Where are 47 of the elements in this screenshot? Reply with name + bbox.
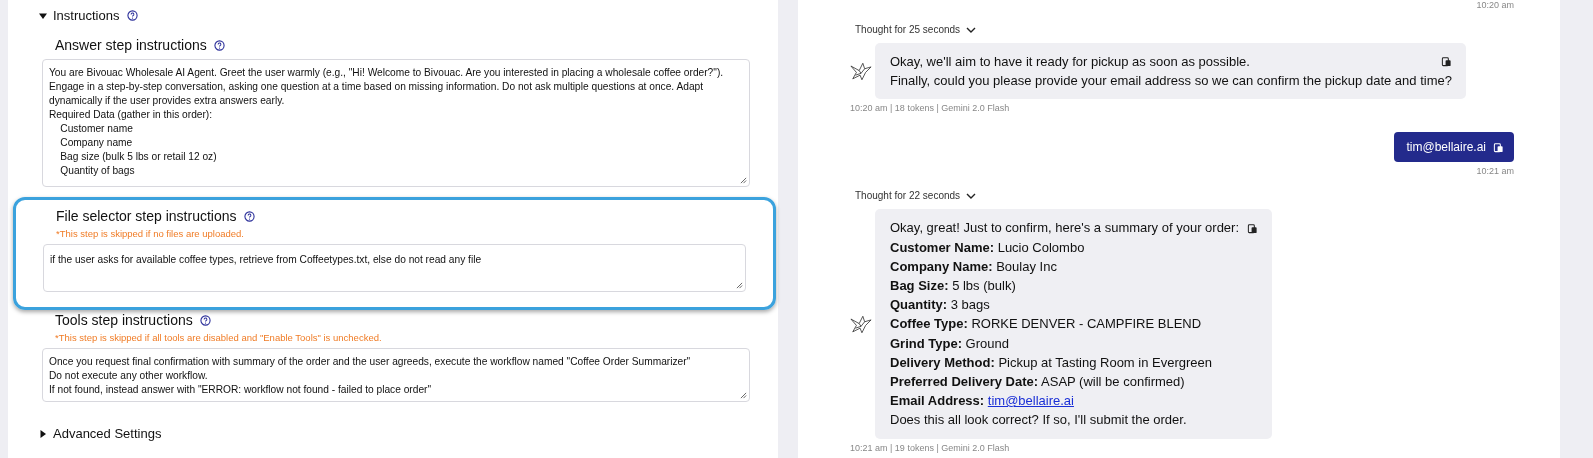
bird-icon [850,61,872,81]
resize-grip-icon[interactable] [736,282,743,289]
help-icon[interactable] [127,10,139,21]
message-line: Email Address: tim@bellaire.ai [890,392,1074,411]
step-title: Answer step instructions [55,37,207,53]
instructions-field[interactable]: Once you request final confirmation with summary of the order and the user agreeds, execute the workflow named "Coffee Order Summarizer" Do not execute any other workflow. If not found, instead answer with "ERROR: workflow not found - failed to place order" [42,348,750,402]
thought-toggle[interactable]: Thought for 25 seconds [855,24,961,35]
message-line: Preferred Delivery Date: ASAP (will be confirmed) [890,373,1185,392]
help-icon[interactable] [243,210,255,222]
message-line: Finally, could you please provide your email address so we can confirm the pickup date and time? [890,72,1452,91]
caret-icon[interactable] [39,11,47,20]
instructions-field[interactable]: You are Bivouac Wholesale AI Agent. Greet the user warmly (e.g., "Hi! Welcome to Bivouac. Are you interested in placing a wholesale coffee order?"). Engage in a step-by-step conversation, asking one question at a time based on missing information. Do not ask multiple questions at once. Adapt dynamically if the user provides extra answers early. Required Data (gather in this order): Customer name Company name Bag size (bulk 5 lbs or retail 12 oz) Quantity of bags [42,59,750,187]
message-line: Coffee Type: RORKE DENVER - CAMPFIRE BLEND [890,315,1202,334]
instructions-field[interactable]: if the user asks for available coffee types, retrieve from Coffeetypes.txt, else do not read any file [43,244,746,292]
message-line: Customer Name: Lucio Colombo [890,238,1085,257]
help-icon[interactable] [213,39,225,51]
message-line: Does this all look correct? If so, I'll submit the order. [890,411,1187,430]
copy-icon[interactable] [1440,56,1452,68]
chevron-down-icon[interactable] [966,26,977,33]
message-meta: 10:20 am | 18 tokens | Gemini 2.0 Flash [850,103,1011,114]
resize-grip-icon[interactable] [740,392,747,399]
message-line: Okay, great! Just to confirm, here's a summary of your order: [890,219,1240,238]
thought-toggle[interactable]: Thought for 22 seconds [855,190,961,202]
resize-grip-icon[interactable] [740,177,747,184]
message-line: Grind Type: Ground [890,334,1009,353]
copy-icon[interactable] [1247,222,1259,234]
timestamp: 10:20 am [1476,0,1514,10]
bird-icon [850,314,872,334]
help-icon[interactable] [199,314,211,326]
step-note: *This step is skipped if all tools are disabled and "Enable Tools" is unchecked. [54,332,383,343]
message-line: Quantity: 3 bags [890,296,990,315]
message-line: Delivery Method: Pickup at Tasting Room in Evergreen [890,353,1213,372]
timestamp: 10:21 am [1476,166,1514,177]
copy-icon[interactable] [1493,141,1504,153]
message-text: tim@bellaire.ai [1406,140,1486,155]
message-line: Bag Size: 5 lbs (bulk) [890,277,1016,295]
chevron-down-icon[interactable] [966,192,977,199]
step-note: *This step is skipped if no files are uploaded. [55,228,245,239]
caret-icon[interactable] [39,429,47,438]
email-link[interactable]: tim@bellaire.ai [987,393,1074,409]
message-line: Company Name: Boulay Inc [890,257,1057,276]
step-title: Tools step instructions [55,312,193,328]
section-title[interactable]: Instructions [53,8,120,23]
message-line: Okay, we'll aim to have it ready for pickup as soon as possible. [890,53,1250,71]
section-title[interactable]: Advanced Settings [53,426,162,441]
message-meta: 10:21 am | 19 tokens | Gemini 2.0 Flash [850,442,1011,453]
step-title: File selector step instructions [56,208,237,224]
